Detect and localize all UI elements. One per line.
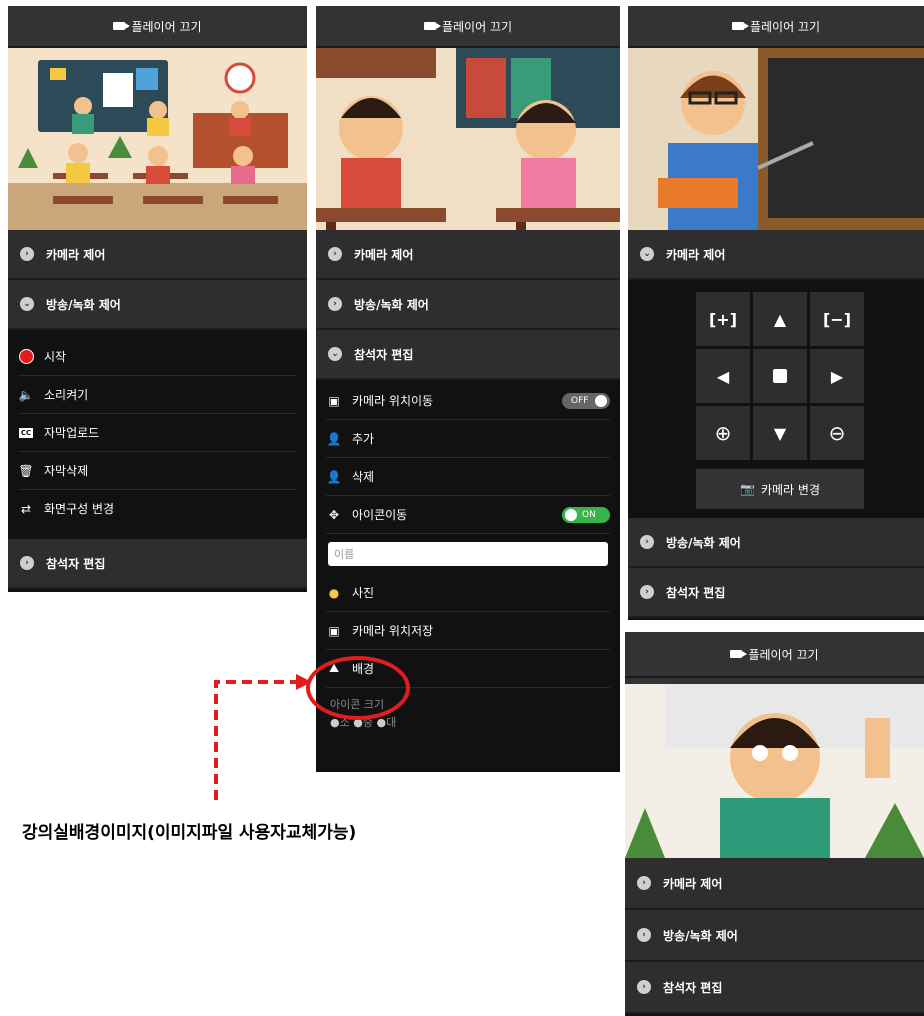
repeat-icon: ⇄ [20,501,32,516]
camera-move-toggle[interactable]: OFF [562,392,610,409]
camera-save-item[interactable]: ▣ 카메라 위치저장 [326,612,610,650]
layout-change-item[interactable]: ⇄ 화면구성 변경 [18,490,297,527]
chevron-right-icon: › [640,535,654,549]
subtitle-upload-item[interactable]: CC 자막업로드 [18,414,297,452]
camera-control-section[interactable]: › 카메라 제어 [625,858,924,910]
camera-controls: [+] ▲ [−] ◀ ▶ ⊕ ▼ ⊖ 📷 카메라 변경 [628,280,924,518]
zoom-out-button[interactable]: ⊖ [810,406,864,460]
subtitle-delete-item[interactable]: 🗑 자막삭제 [18,452,297,490]
icon-move-item: ✥ 아이콘이동 ON [326,496,610,534]
focus-plus-icon: [+] [708,309,738,329]
video-camera-icon [730,650,748,658]
stop-button[interactable] [753,349,807,403]
photo-item[interactable]: ● 사진 [326,574,610,612]
teacher-illustration [658,48,924,230]
participant-edit-section[interactable]: ⌄ 참석자 편집 [316,330,620,380]
stop-icon [773,369,787,383]
arrow-left-icon: ◀ [716,366,730,386]
student-image [625,678,924,858]
chevron-right-icon: › [637,928,651,942]
annotation-label: 강의실배경이미지(이미지파일 사용자교체가능) [22,823,357,843]
remove-user-icon: 👤 [326,469,342,484]
right-button[interactable]: ▶ [810,349,864,403]
left-button[interactable]: ◀ [696,349,750,403]
student-illustration [625,678,924,858]
icon-move-toggle[interactable]: ON [562,506,610,523]
highlight-circle [306,656,410,720]
person-photo-icon: ● [328,585,340,600]
record-icon [18,349,34,364]
trash-icon: 🗑 [18,463,34,478]
chevron-right-icon: › [328,247,342,261]
chevron-down-icon: ⌄ [20,297,34,311]
speaker-icon: 🔈 [18,387,34,402]
arrow-right-icon: ▶ [830,366,844,386]
zoom-out-icon: ⊖ [828,421,846,445]
teacher-image [628,48,924,230]
chevron-down-icon: ⌄ [640,247,654,261]
camera-change-button[interactable]: 📷 카메라 변경 [696,469,864,509]
add-user-icon: 👤 [326,431,342,446]
player-off-button[interactable]: 플레이어 끄기 [625,632,924,678]
arrow-down-icon: ▼ [773,423,787,443]
classroom-image [8,48,307,230]
chevron-down-icon: ⌄ [328,347,342,361]
add-item[interactable]: 👤 추가 [326,420,610,458]
camera-control-section[interactable]: › 카메라 제어 [8,230,307,280]
player-off-button[interactable]: 플레이어 끄기 [8,6,307,48]
classroom-illustration [316,48,620,230]
classroom-image [316,48,620,230]
player-off-button[interactable]: 플레이어 끄기 [628,6,924,48]
participant-list: ▣ 카메라 위치이동 OFF 👤 추가 👤 삭제 ✥ 아이콘이동 ON 이름 ● 사진 ▣… [316,380,620,688]
chevron-right-icon: › [637,980,651,994]
delete-item[interactable]: 👤 삭제 [326,458,610,496]
zoom-area-out-button[interactable]: [−] [810,292,864,346]
zoom-in-button[interactable]: ⊕ [696,406,750,460]
up-button[interactable]: ▲ [753,292,807,346]
chevron-right-icon: › [640,585,654,599]
participant-edit-section[interactable]: › 참석자 편집 [8,539,307,589]
broadcast-control-section[interactable]: ⌄ 방송/녹화 제어 [8,280,307,330]
down-button[interactable]: ▼ [753,406,807,460]
focus-minus-icon: [−] [822,309,852,329]
zoom-in-icon: ⊕ [714,421,732,445]
broadcast-list: 시작 🔈 소리켜기 CC 자막업로드 🗑 자막삭제 ⇄ 화면구성 변경 [8,330,307,527]
video-camera-icon [423,22,441,30]
chevron-right-icon: › [637,876,651,890]
size-large-radio[interactable]: ●대 [376,716,396,729]
video-camera-icon [731,22,749,30]
panel-1: 플레이어 끄기 › 카메라 제어 ⌄ 방송/녹화 제어 시작 🔈 소리켜기 CC… [8,6,307,592]
broadcast-control-section[interactable]: › 방송/녹화 제어 [316,280,620,330]
panel-4: 플레이어 끄기 › 카메라 제어 › 방송/녹화 제어 › 참석자 편집 [625,632,924,1016]
classroom-illustration [8,60,307,230]
participant-edit-section[interactable]: › 참석자 편집 [628,568,924,618]
chevron-right-icon: › [20,247,34,261]
broadcast-control-section[interactable]: › 방송/녹화 제어 [625,910,924,962]
zoom-area-in-button[interactable]: [+] [696,292,750,346]
player-off-button[interactable]: 플레이어 끄기 [316,6,620,48]
camera-control-section[interactable]: ⌄ 카메라 제어 [628,230,924,280]
sound-on-item[interactable]: 🔈 소리켜기 [18,376,297,414]
video-camera-icon [113,22,131,30]
panel-3: 플레이어 끄기 ⌄ 카메라 제어 [+] ▲ [−] ◀ ▶ ⊕ ▼ ⊖ 📷 카메라… [628,6,924,620]
camera-icon: 📷 [740,482,755,496]
broadcast-control-section[interactable]: › 방송/녹화 제어 [628,518,924,568]
cc-icon: CC [18,427,34,438]
arrow-up-icon: ▲ [773,309,787,329]
name-input[interactable]: 이름 [328,542,608,566]
start-item[interactable]: 시작 [18,338,297,376]
video-camera-check-icon: ▣ [328,623,340,638]
video-camera-icon: ▣ [328,393,340,408]
camera-move-item: ▣ 카메라 위치이동 OFF [326,382,610,420]
chevron-right-icon: › [20,556,34,570]
chevron-right-icon: › [328,297,342,311]
camera-control-section[interactable]: › 카메라 제어 [316,230,620,280]
participant-edit-section[interactable]: › 참석자 편집 [625,962,924,1014]
move-arrows-icon: ✥ [328,507,340,522]
